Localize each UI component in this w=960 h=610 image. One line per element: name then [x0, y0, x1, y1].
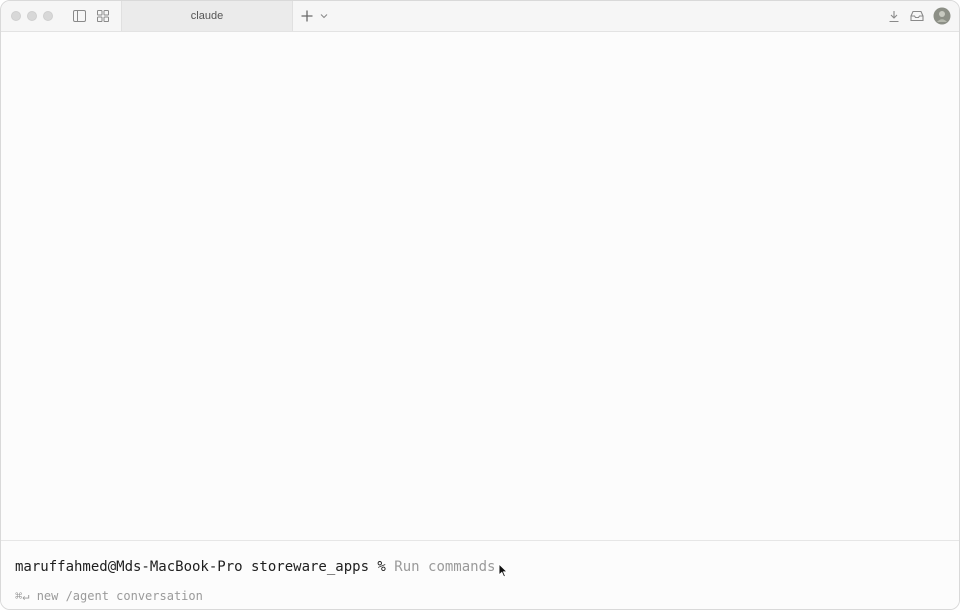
zoom-icon[interactable]: [43, 11, 53, 21]
chevron-down-icon[interactable]: [316, 8, 332, 24]
input-placeholder: Run commands: [394, 559, 496, 575]
tab-claude[interactable]: claude: [121, 1, 293, 31]
avatar[interactable]: [933, 7, 951, 25]
title-bar: claude: [1, 1, 959, 32]
keyboard-shortcut: ⌘↵: [15, 589, 30, 603]
download-icon[interactable]: [886, 8, 902, 24]
plus-icon[interactable]: [299, 8, 315, 24]
shell-prompt: maruffahmed@Mds-MacBook-Pro storeware_ap…: [15, 559, 395, 575]
terminal-output-area: [1, 32, 959, 540]
grid-view-icon[interactable]: [95, 8, 111, 24]
hint-text: new /agent conversation: [36, 589, 203, 603]
command-input-bar[interactable]: maruffahmed@Mds-MacBook-Pro storeware_ap…: [1, 540, 959, 609]
tab-title: claude: [190, 10, 224, 22]
inbox-icon[interactable]: [909, 8, 925, 24]
app-window: claude maruffahmed@Mds-MacBook-Pro store…: [0, 0, 960, 610]
mouse-pointer-icon: [498, 562, 509, 583]
command-input[interactable]: maruffahmed@Mds-MacBook-Pro storeware_ap…: [15, 559, 495, 575]
close-icon[interactable]: [11, 11, 21, 21]
agent-hint: ⌘↵ new /agent conversation: [15, 589, 203, 603]
sidebar-toggle-icon[interactable]: [71, 8, 87, 24]
minimize-icon[interactable]: [27, 11, 37, 21]
